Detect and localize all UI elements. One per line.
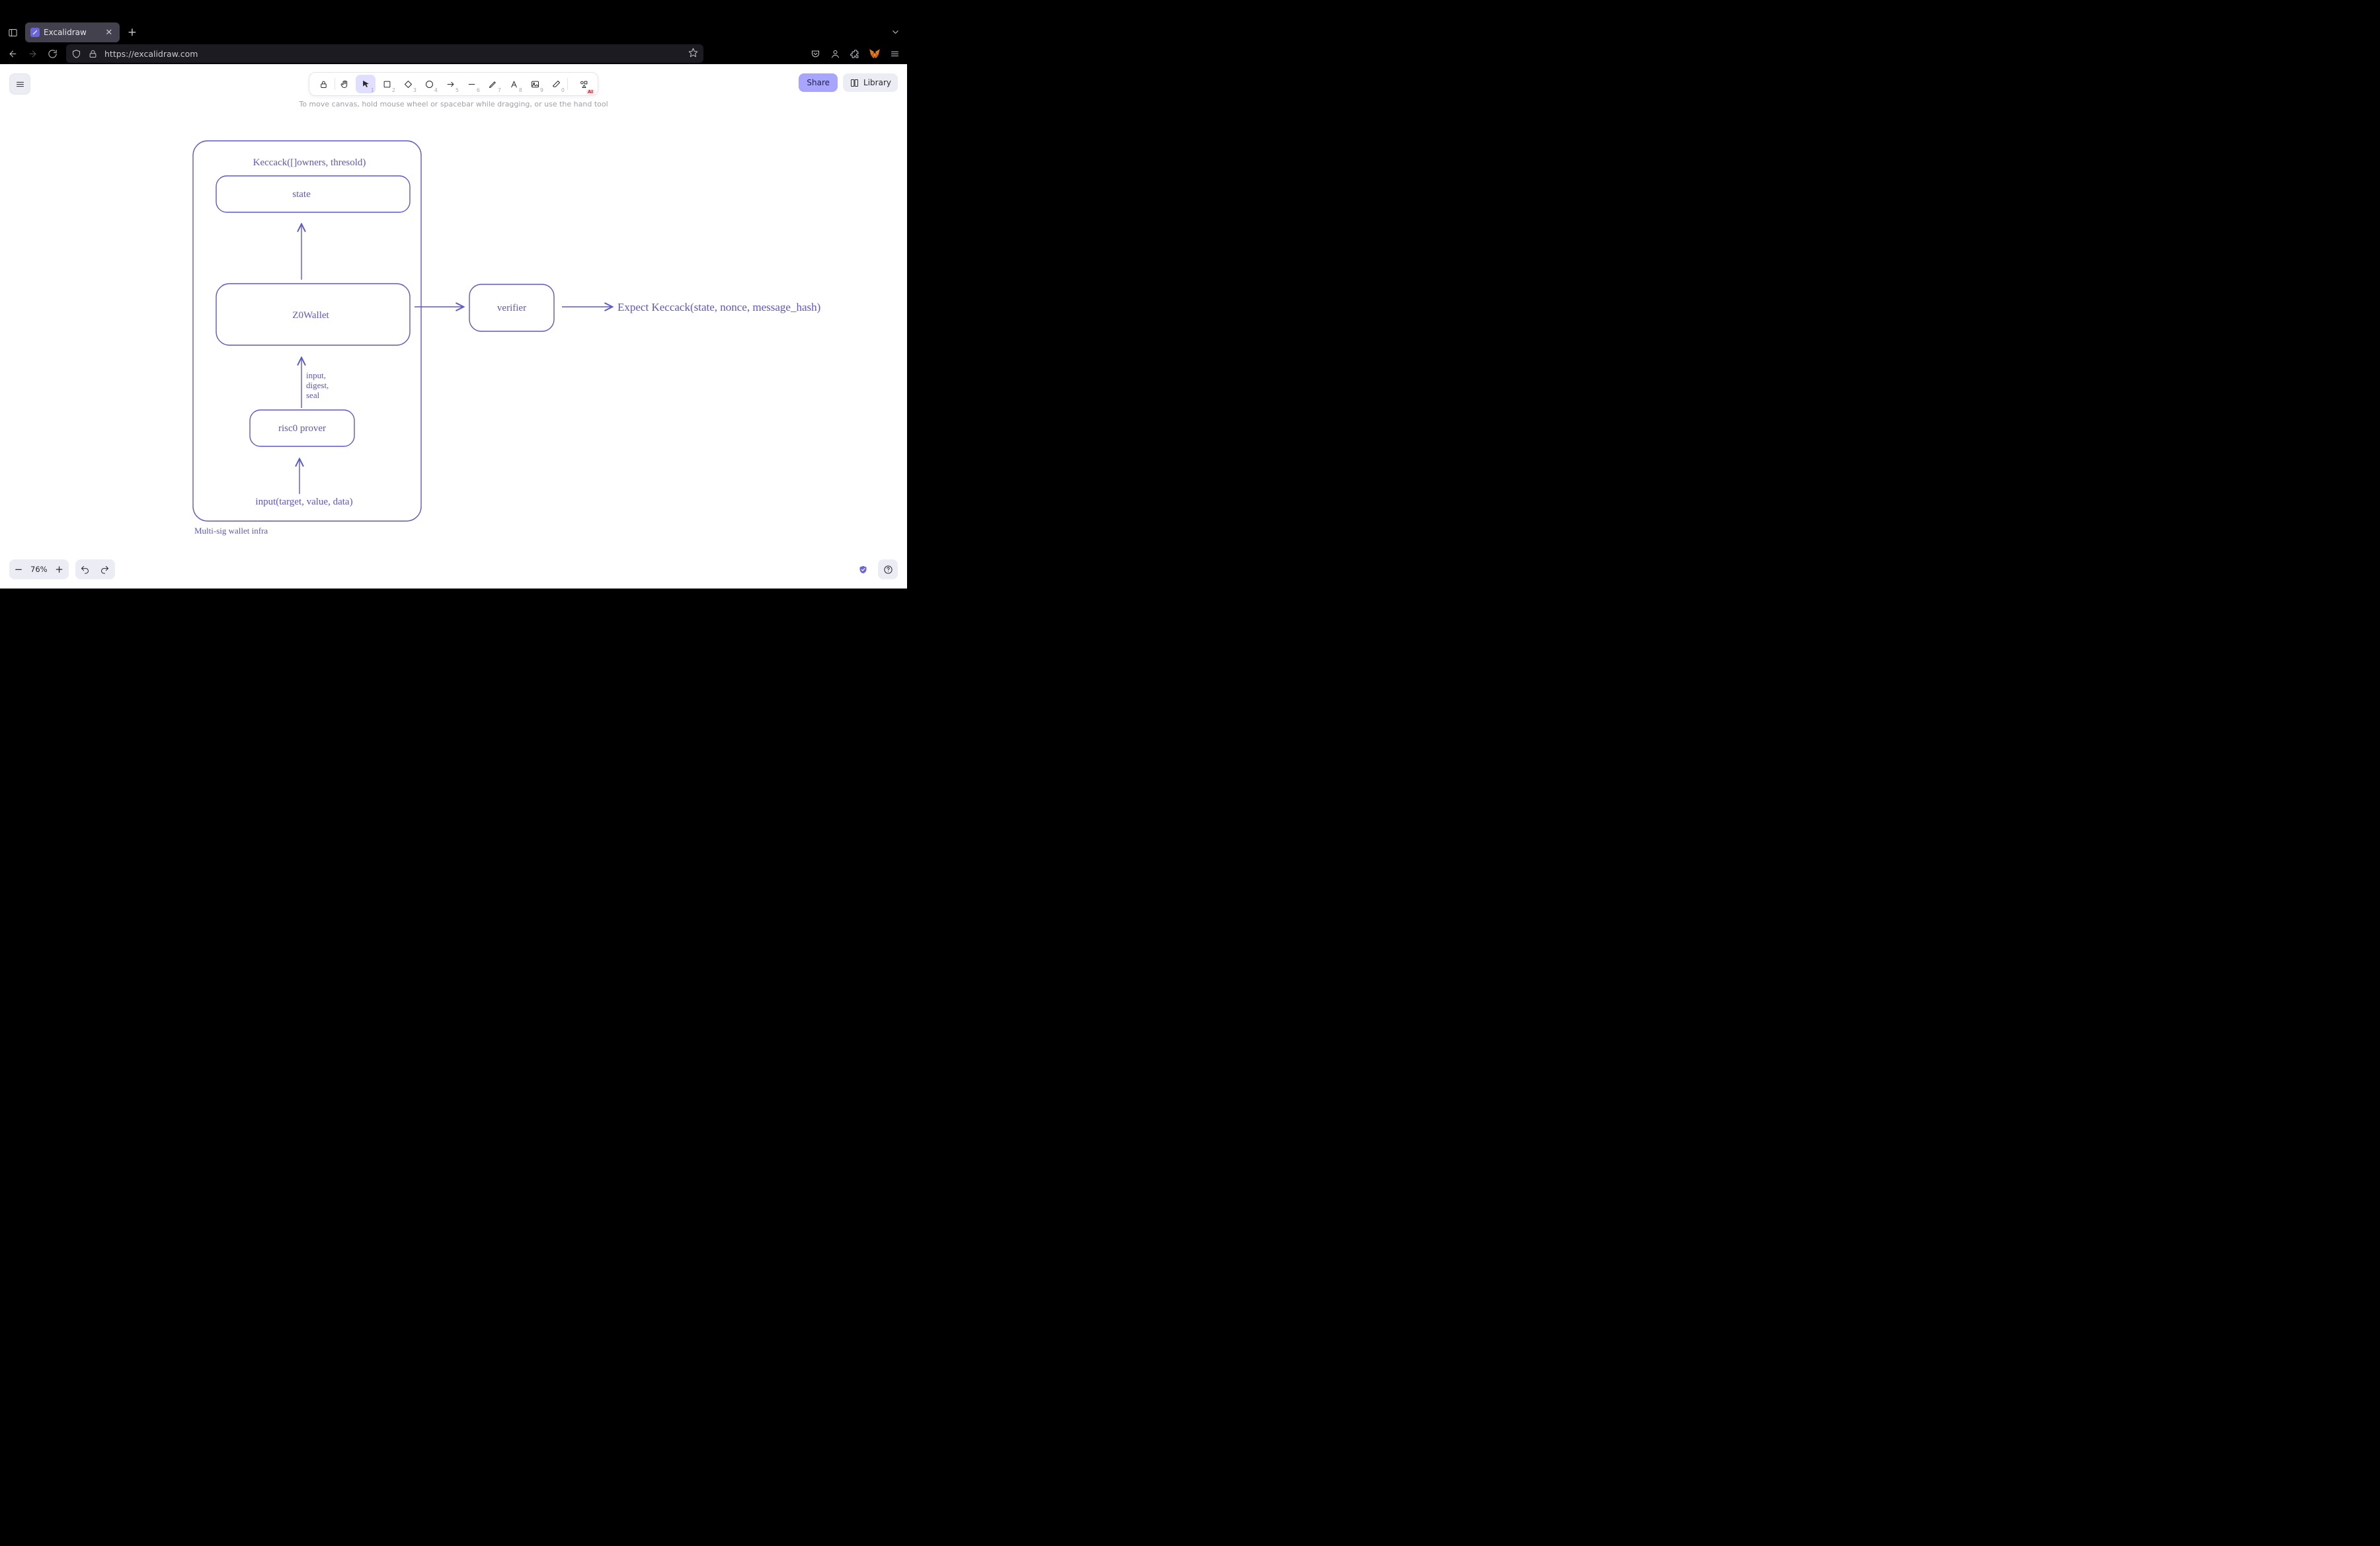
- bottom-left-controls: − 76% +: [9, 559, 115, 579]
- metamask-icon: [869, 48, 881, 60]
- pocket-icon: [811, 49, 820, 59]
- zoom-in-button[interactable]: +: [50, 559, 69, 579]
- url-bar[interactable]: https://excalidraw.com: [66, 44, 703, 63]
- header-text[interactable]: Keccack([]owners, thresold): [253, 157, 366, 168]
- metamask-button[interactable]: [866, 45, 883, 62]
- state-label[interactable]: state: [292, 189, 311, 200]
- expect-text[interactable]: Expect Keccack(state, nonce, message_has…: [617, 301, 820, 313]
- redo-button[interactable]: [95, 559, 115, 579]
- new-tab-button[interactable]: +: [124, 24, 141, 41]
- help-button[interactable]: [878, 559, 898, 579]
- wallet-label[interactable]: Z0Wallet: [292, 310, 329, 321]
- tabs-dropdown-button[interactable]: [887, 24, 903, 40]
- container-caption[interactable]: Multi-sig wallet infra: [194, 526, 268, 536]
- tab-title: Excalidraw: [44, 28, 87, 37]
- url-row: https://excalidraw.com: [0, 43, 907, 64]
- back-button[interactable]: [4, 45, 21, 62]
- prover-label[interactable]: risc0 prover: [278, 423, 326, 434]
- verifier-label[interactable]: verifier: [497, 303, 526, 313]
- browser-tab[interactable]: Excalidraw ✕: [25, 22, 120, 42]
- minus-icon: −: [15, 563, 23, 575]
- zoom-value[interactable]: 76%: [28, 565, 50, 574]
- star-icon: [688, 48, 698, 58]
- plus-icon: +: [128, 26, 137, 39]
- extensions-button[interactable]: [846, 45, 863, 62]
- input-text[interactable]: input(target, value, data): [255, 497, 352, 507]
- question-icon: [883, 565, 893, 575]
- lock-icon: [88, 49, 98, 59]
- arrow-left-icon: [8, 49, 18, 59]
- tab-strip: Excalidraw ✕ +: [0, 22, 907, 43]
- puzzle-icon: [850, 49, 860, 59]
- app-viewport: Share Library 1 2 3 4 5: [0, 64, 907, 589]
- account-icon: [830, 49, 840, 59]
- redo-icon: [100, 565, 110, 575]
- arrow-label-seal[interactable]: seal: [306, 390, 320, 400]
- zoom-group: − 76% +: [9, 559, 69, 579]
- shield-check-icon: [858, 565, 868, 575]
- browser-sidebar-button[interactable]: [3, 24, 22, 41]
- save-to-pocket-button[interactable]: [807, 45, 824, 62]
- excalidraw-icon: [32, 29, 38, 36]
- canvas[interactable]: Keccack([]owners, thresold) state Z0Wall…: [0, 64, 907, 589]
- browser-chrome: Excalidraw ✕ + https://excalidraw.com: [0, 0, 907, 64]
- state-box[interactable]: [216, 176, 410, 212]
- site-info[interactable]: [71, 49, 98, 59]
- tab-favicon: [30, 28, 40, 37]
- shield-icon: [71, 49, 81, 59]
- nav-buttons: [4, 45, 61, 62]
- tab-close-button[interactable]: ✕: [104, 27, 114, 38]
- chevron-down-icon: [891, 27, 900, 37]
- forward-button[interactable]: [24, 45, 41, 62]
- arrow-label-input[interactable]: input,: [306, 370, 326, 380]
- undo-icon: [80, 565, 90, 575]
- bottom-right-controls: [853, 559, 898, 579]
- undo-redo-group: [75, 559, 115, 579]
- url-text: https://excalidraw.com: [104, 49, 198, 59]
- undo-button[interactable]: [75, 559, 95, 579]
- zoom-out-button[interactable]: −: [9, 559, 28, 579]
- account-button[interactable]: [826, 45, 844, 62]
- browser-right-buttons: [807, 45, 903, 62]
- panel-icon: [8, 28, 18, 38]
- hamburger-icon: [890, 49, 900, 59]
- status-shield[interactable]: [853, 559, 873, 579]
- app-menu-button[interactable]: [886, 45, 903, 62]
- reload-icon: [48, 49, 58, 59]
- arrow-right-icon: [28, 49, 38, 59]
- arrow-label-digest[interactable]: digest,: [306, 380, 329, 390]
- plus-icon: +: [55, 563, 63, 575]
- reload-button[interactable]: [44, 45, 61, 62]
- bookmark-button[interactable]: [688, 48, 698, 60]
- diagram-svg: Keccack([]owners, thresold) state Z0Wall…: [0, 64, 907, 589]
